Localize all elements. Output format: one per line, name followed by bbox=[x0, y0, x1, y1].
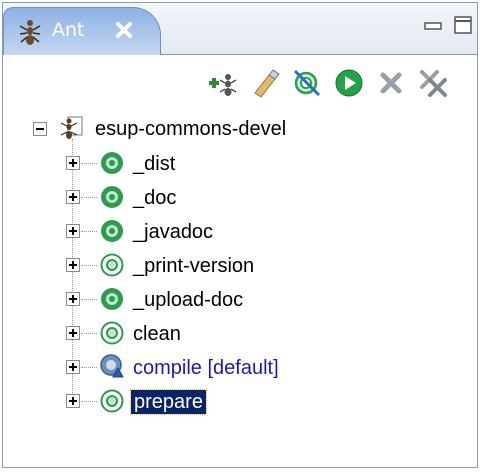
maximize-icon[interactable] bbox=[453, 15, 473, 35]
remove-all-icon[interactable] bbox=[417, 67, 449, 99]
tree-row-target[interactable]: clean bbox=[3, 317, 477, 351]
tree-row-target[interactable]: _upload-doc bbox=[3, 283, 477, 317]
expand-toggle[interactable] bbox=[66, 292, 80, 306]
expand-toggle[interactable] bbox=[66, 190, 80, 204]
add-buildfiles-search-icon[interactable] bbox=[249, 67, 281, 99]
target-label: clean bbox=[133, 323, 181, 345]
tab-title: Ant bbox=[52, 19, 85, 41]
internal-target-icon bbox=[100, 253, 124, 277]
tab-ant[interactable]: Ant bbox=[3, 7, 161, 55]
expand-toggle[interactable] bbox=[66, 156, 80, 170]
expand-toggle[interactable] bbox=[66, 224, 80, 238]
target-label: _javadoc bbox=[133, 221, 214, 243]
target-label: _doc bbox=[133, 187, 177, 209]
ant-icon bbox=[19, 20, 41, 45]
target-label: _dist bbox=[133, 153, 176, 175]
tree-row-target[interactable]: _dist bbox=[3, 147, 477, 181]
view-tab-bar: Ant bbox=[3, 3, 477, 55]
target-label: _upload-doc bbox=[133, 289, 244, 311]
project-label: esup-commons-devel bbox=[95, 118, 287, 140]
minimize-icon[interactable] bbox=[423, 19, 443, 33]
tree-row-target-default[interactable]: compile [default] bbox=[3, 351, 477, 385]
close-icon[interactable] bbox=[114, 20, 134, 40]
internal-target-icon bbox=[100, 389, 124, 413]
tree-connector bbox=[81, 197, 97, 198]
tree-row-project[interactable]: esup-commons-devel bbox=[3, 113, 477, 147]
public-target-icon bbox=[101, 220, 123, 242]
ant-view-panel: Ant esup-commons-devel _dist _doc _javad… bbox=[2, 2, 478, 468]
expand-toggle[interactable] bbox=[66, 360, 80, 374]
public-target-icon bbox=[101, 186, 123, 208]
public-target-icon bbox=[101, 152, 123, 174]
collapse-toggle[interactable] bbox=[33, 122, 47, 136]
ant-buildfile-icon bbox=[60, 116, 83, 139]
view-toolbar bbox=[3, 57, 477, 109]
public-target-icon bbox=[101, 288, 123, 310]
tree-connector bbox=[81, 231, 97, 232]
tree-connector bbox=[81, 265, 97, 266]
expand-toggle[interactable] bbox=[66, 258, 80, 272]
tree-connector bbox=[81, 299, 97, 300]
tree-row-target[interactable]: _javadoc bbox=[3, 215, 477, 249]
target-label: _print-version bbox=[133, 255, 255, 277]
default-target-icon bbox=[100, 354, 124, 378]
hide-internal-targets-icon[interactable] bbox=[291, 67, 323, 99]
target-label: compile [default] bbox=[133, 357, 279, 379]
tree-row-target-selected[interactable]: prepare bbox=[3, 385, 477, 419]
add-buildfiles-icon[interactable] bbox=[207, 67, 239, 99]
expand-toggle[interactable] bbox=[66, 394, 80, 408]
tree-connector bbox=[81, 367, 97, 368]
internal-target-icon bbox=[100, 321, 124, 345]
tree-row-target[interactable]: _print-version bbox=[3, 249, 477, 283]
tree-row-target[interactable]: _doc bbox=[3, 181, 477, 215]
ant-tree: esup-commons-devel _dist _doc _javadoc _… bbox=[3, 109, 477, 467]
run-target-icon[interactable] bbox=[333, 67, 365, 99]
tree-connector bbox=[81, 333, 97, 334]
remove-icon[interactable] bbox=[375, 67, 407, 99]
tree-connector bbox=[81, 401, 97, 402]
expand-toggle[interactable] bbox=[66, 326, 80, 340]
tree-connector bbox=[81, 163, 97, 164]
target-label: prepare bbox=[130, 389, 207, 415]
